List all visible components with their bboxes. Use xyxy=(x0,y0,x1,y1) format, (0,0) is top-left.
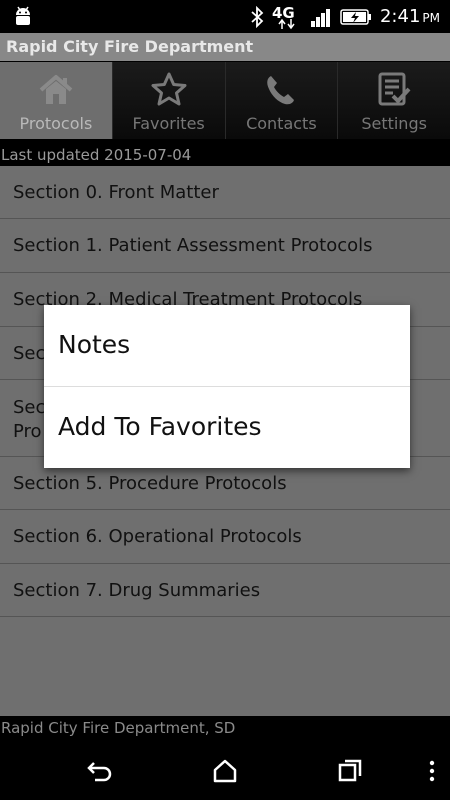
list-item-label: Section 6. Operational Protocols xyxy=(13,526,302,547)
list-item-section-0[interactable]: Section 0. Front Matter xyxy=(0,166,450,219)
phone-icon xyxy=(267,76,295,105)
list-item-section-6[interactable]: Section 6. Operational Protocols xyxy=(0,510,450,564)
tab-label: Contacts xyxy=(246,114,317,133)
network-type-icon: 4G xyxy=(272,4,302,30)
context-menu-dialog: Notes Add To Favorites xyxy=(44,305,410,468)
status-bar: 4G 2:41 PM xyxy=(0,0,450,33)
list-item-label: Section 7. Drug Summaries xyxy=(13,580,261,601)
list-item-label: Section 0. Front Matter xyxy=(13,182,219,203)
tab-contacts[interactable]: Contacts xyxy=(225,62,339,139)
tab-label: Protocols xyxy=(19,114,93,133)
tab-settings[interactable]: Settings xyxy=(338,62,450,139)
list-item-label: Section 1. Patient Assessment Protocols xyxy=(13,235,373,256)
list-item-section-1[interactable]: Section 1. Patient Assessment Protocols xyxy=(0,219,450,273)
android-icon xyxy=(16,6,30,25)
star-icon xyxy=(151,72,187,106)
tab-favorites[interactable]: Favorites xyxy=(112,62,226,139)
home-nav-icon[interactable] xyxy=(211,757,239,785)
last-updated-text: Last updated 2015-07-04 xyxy=(0,145,450,165)
bluetooth-icon xyxy=(251,5,264,28)
recent-apps-icon[interactable] xyxy=(336,757,364,785)
tab-protocols[interactable]: Protocols xyxy=(0,62,113,139)
battery-charging-icon xyxy=(340,8,371,25)
signal-strength-icon xyxy=(310,8,330,27)
tab-label: Favorites xyxy=(132,114,205,133)
tab-label: Settings xyxy=(361,114,427,133)
footer-text: Rapid City Fire Department, SD xyxy=(0,716,450,741)
home-icon xyxy=(39,75,73,104)
checklist-icon xyxy=(378,72,411,106)
navigation-bar xyxy=(0,741,450,800)
list-item-section-7[interactable]: Section 7. Drug Summaries xyxy=(0,564,450,617)
app-title: Rapid City Fire Department xyxy=(0,33,450,61)
menu-overflow-icon[interactable] xyxy=(418,757,446,785)
tab-bar: Protocols Favorites Contacts Settings xyxy=(0,62,450,139)
back-icon[interactable] xyxy=(86,757,114,785)
menu-item-add-to-favorites[interactable]: Add To Favorites xyxy=(44,387,410,467)
menu-item-notes[interactable]: Notes xyxy=(44,305,410,385)
status-clock: 2:41 PM xyxy=(379,6,440,27)
